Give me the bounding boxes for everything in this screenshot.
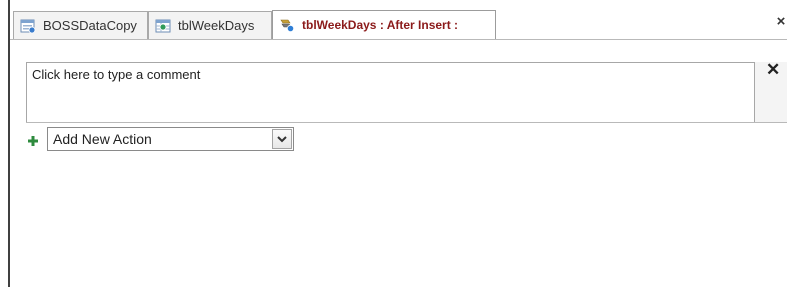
select-value: Add New Action	[53, 131, 152, 147]
comment-text: Click here to type a comment	[32, 67, 201, 82]
tab-tblweekdays[interactable]: tblWeekDays	[148, 11, 272, 39]
tab-label: BOSSDataCopy	[43, 18, 137, 33]
add-new-action-select[interactable]: Add New Action	[47, 127, 294, 151]
window-left-border	[8, 0, 10, 287]
comment-input[interactable]: Click here to type a comment	[26, 62, 755, 123]
table-icon	[155, 18, 171, 34]
tab-label: tblWeekDays : After Insert :	[302, 18, 459, 32]
plus-icon[interactable]	[28, 133, 38, 146]
chevron-down-icon	[277, 135, 287, 142]
close-document-button[interactable]: ×	[775, 14, 787, 30]
tab-label: tblWeekDays	[178, 18, 255, 33]
macro-icon	[279, 17, 295, 33]
close-icon: ✕	[766, 60, 781, 79]
form-icon	[20, 18, 36, 34]
dropdown-button[interactable]	[272, 129, 292, 149]
comment-divider	[26, 122, 787, 123]
tab-strip-divider	[10, 39, 787, 40]
remove-comment-button[interactable]: ✕	[766, 61, 780, 79]
tab-tblweekdays-after-insert[interactable]: tblWeekDays : After Insert :	[272, 10, 496, 39]
tab-bossdatacopy[interactable]: BOSSDataCopy	[13, 11, 148, 39]
close-icon: ×	[776, 13, 786, 30]
